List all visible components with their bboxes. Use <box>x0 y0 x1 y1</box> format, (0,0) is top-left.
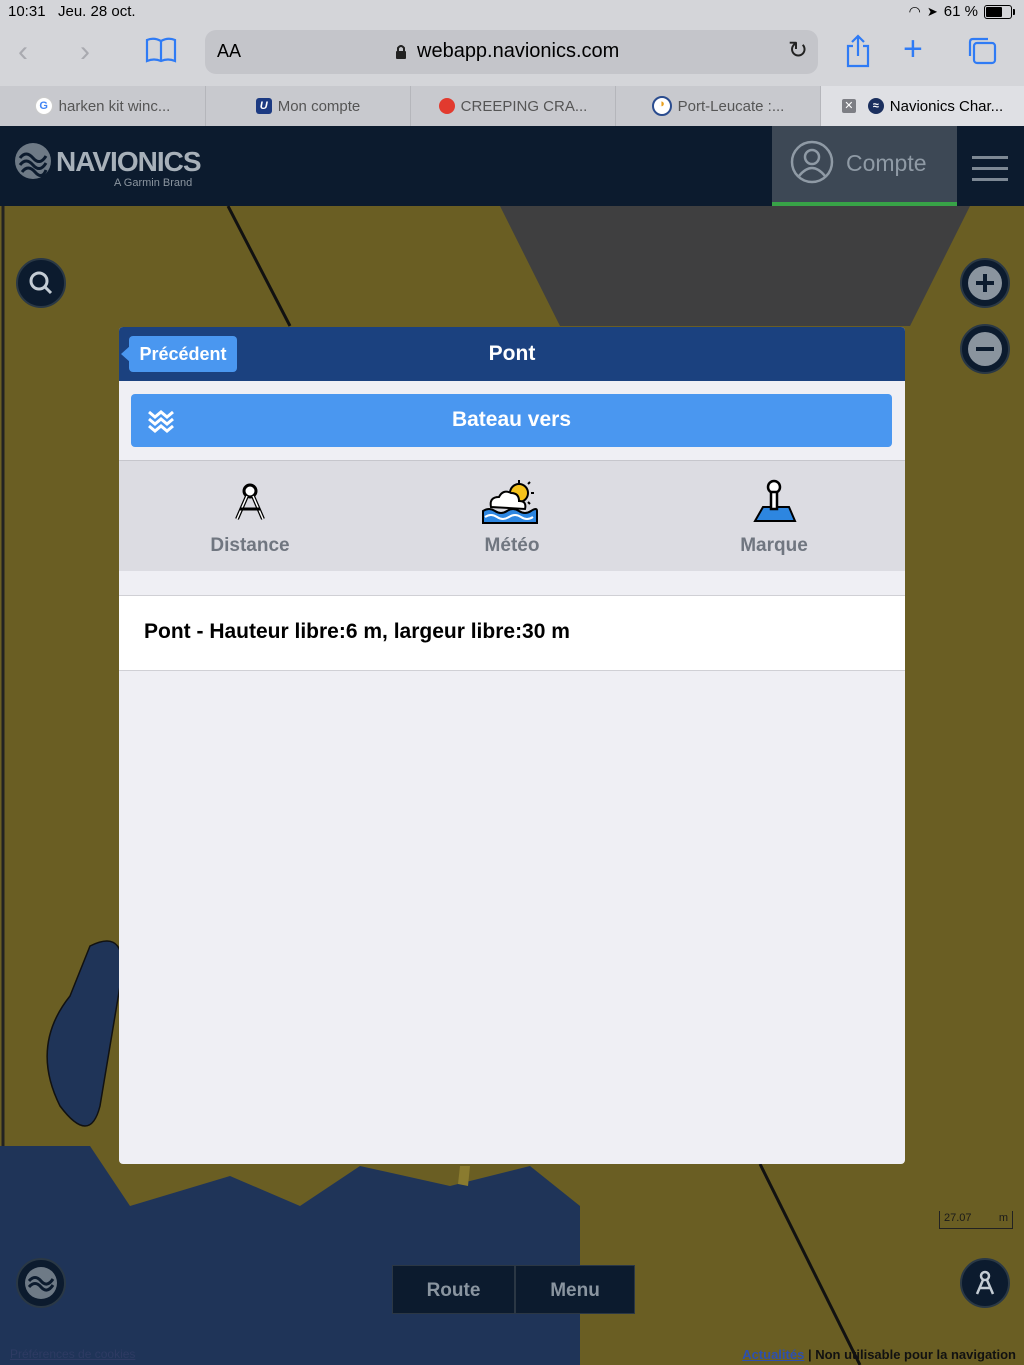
bottom-button-group: Route Menu <box>392 1265 635 1314</box>
navionics-icon: ≈ <box>867 98 884 114</box>
marker-icon <box>753 479 797 522</box>
map-footer: Actualités | Non utilisable pour la navi… <box>742 1347 1016 1362</box>
bridge-details-row: Pont - Hauteur libre:6 m, largeur libre:… <box>119 595 905 671</box>
logo-subtitle: A Garmin Brand <box>114 177 193 189</box>
user-icon <box>790 140 834 184</box>
navionics-logo[interactable]: NAVIONICS A Garmin Brand <box>14 142 214 194</box>
news-link[interactable]: Actualités <box>742 1347 804 1362</box>
browser-tab-active[interactable]: ✕ ≈ Navionics Char... <box>821 86 1024 126</box>
scale-value: 27.07 <box>944 1212 972 1224</box>
navigation-disclaimer: | Non utilisable pour la navigation <box>807 1347 1016 1362</box>
hamburger-menu-icon[interactable] <box>972 156 1008 189</box>
dialog-header: Précédent Pont <box>119 327 905 381</box>
zoom-out-button[interactable] <box>960 324 1010 374</box>
cookie-preferences-link[interactable]: Préférences de cookies <box>10 1347 135 1361</box>
status-bar: 10:31 Jeu. 28 oct. ◠ ➤ 61 % <box>0 0 1024 24</box>
boat-to-label: Bateau vers <box>451 408 572 431</box>
navionics-logo-icon <box>15 143 51 179</box>
action-bar: Distance Météo Marque <box>119 460 905 571</box>
bridge-details-text: Pont - Hauteur libre:6 m, largeur libre:… <box>144 620 570 643</box>
browser-tab[interactable]: CREEPING CRA... <box>411 86 616 126</box>
minus-icon <box>968 332 1002 366</box>
marker-action[interactable]: Marque <box>643 461 905 571</box>
close-tab-icon[interactable]: ✕ <box>841 99 856 113</box>
bookmarks-icon[interactable] <box>145 36 177 70</box>
wifi-icon: ◠ <box>908 3 921 19</box>
distance-tool-button[interactable] <box>960 1258 1010 1308</box>
port-icon: ◑ <box>651 96 672 116</box>
google-icon: G <box>34 97 53 115</box>
dialog-title: Pont <box>488 342 536 365</box>
tab-label: Port-Leucate :... <box>677 97 785 115</box>
status-time: 10:31 <box>8 3 46 20</box>
boat-to-button[interactable]: Bateau vers <box>131 394 892 447</box>
compass-divider-icon <box>975 1270 995 1295</box>
url-text[interactable]: webapp.navionics.com <box>417 40 619 63</box>
tabs-overview-icon[interactable] <box>966 36 998 72</box>
search-button[interactable] <box>16 258 66 308</box>
account-button[interactable]: Compte <box>772 126 957 206</box>
menu-button[interactable]: Menu <box>515 1265 635 1314</box>
tab-label: CREEPING CRA... <box>460 97 588 115</box>
share-icon[interactable] <box>843 34 873 74</box>
navionics-icon <box>25 1267 57 1299</box>
battery-icon <box>984 4 1015 19</box>
lock-icon <box>395 44 407 65</box>
forward-arrow-icon[interactable]: › <box>80 37 90 67</box>
address-bar[interactable]: AA webapp.navionics.com ↻ <box>205 30 818 74</box>
route-button[interactable]: Route <box>392 1265 515 1314</box>
text-size-button[interactable]: AA <box>217 41 241 62</box>
browser-tab[interactable]: ◑ Port-Leucate :... <box>616 86 821 126</box>
logo-wordmark: NAVIONICS <box>56 146 201 177</box>
distance-action[interactable]: Distance <box>119 461 381 571</box>
browser-tab[interactable]: G harken kit winc... <box>0 86 206 126</box>
tab-label: harken kit winc... <box>58 97 171 115</box>
tab-bar: G harken kit winc... U Mon compte CREEPI… <box>0 86 1024 126</box>
map-scale: 27.07 m <box>939 1211 1013 1229</box>
new-tab-icon[interactable]: + <box>903 32 923 66</box>
tab-label: Navionics Char... <box>889 97 1004 115</box>
back-arrow-icon[interactable]: ‹ <box>18 37 28 67</box>
status-date: Jeu. 28 oct. <box>58 3 136 20</box>
scale-unit: m <box>998 1212 1008 1224</box>
red-pin-icon <box>438 98 455 114</box>
marker-label: Marque <box>740 535 808 556</box>
weather-icon <box>482 480 538 524</box>
account-label: Compte <box>846 150 927 176</box>
plus-icon <box>968 266 1002 300</box>
search-icon <box>29 271 53 295</box>
tab-label: Mon compte <box>277 97 361 115</box>
navionics-layers-button[interactable] <box>16 1258 66 1308</box>
distance-label: Distance <box>210 535 290 556</box>
zoom-in-button[interactable] <box>960 258 1010 308</box>
battery-percent: 61 % <box>943 3 978 20</box>
weather-action[interactable]: Météo <box>381 461 643 571</box>
compass-divider-icon <box>235 483 265 520</box>
browser-tab[interactable]: U Mon compte <box>206 86 411 126</box>
browser-toolbar: ‹ › AA webapp.navionics.com ↻ + <box>0 24 1024 86</box>
location-icon: ➤ <box>926 3 938 19</box>
u-logo-icon: U <box>255 98 272 114</box>
reload-icon[interactable]: ↻ <box>788 36 808 65</box>
bridge-info-dialog: Précédent Pont Bateau vers Distance Mété… <box>119 327 905 1164</box>
weather-label: Météo <box>484 535 540 556</box>
